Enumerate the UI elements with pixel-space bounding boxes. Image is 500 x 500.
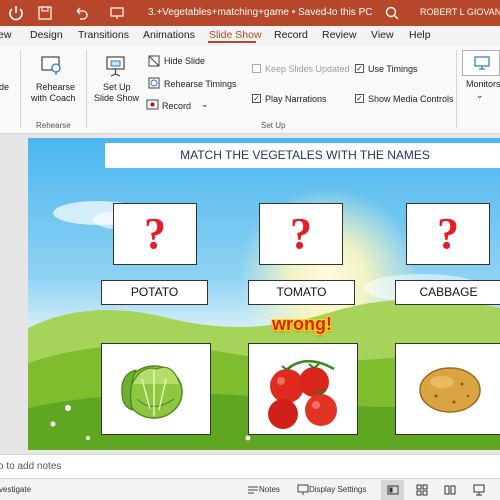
notes-placeholder[interactable]: o to add notes [0, 461, 61, 472]
monitors-label[interactable]: Monitors [466, 79, 500, 89]
tab-record[interactable]: Record [274, 29, 308, 41]
show-media-controls-checkbox[interactable]: ✓ [355, 94, 364, 103]
group-label-setup: Set Up [261, 121, 286, 130]
slideshow-view-icon[interactable] [472, 483, 486, 497]
name-card-tomato[interactable]: TOMATO [248, 280, 355, 305]
tomato-image [268, 360, 337, 429]
tab-help[interactable]: Help [409, 29, 431, 41]
chevron-down-icon[interactable]: ⌄ [201, 99, 209, 110]
notes-icon[interactable] [246, 483, 260, 497]
document-title[interactable]: 3.+Vegetables+matching+game • Saved to t… [148, 7, 372, 18]
present-icon[interactable] [108, 4, 126, 22]
tab-transitions[interactable]: Transitions [78, 29, 129, 41]
tab-review[interactable]: Review [322, 29, 356, 41]
ribbon-tabs: ew Design Transitions Animations Slide S… [0, 26, 500, 46]
tab-review-partial[interactable]: ew [0, 29, 11, 41]
rehearse-coach-line2[interactable]: with Coach [31, 93, 76, 103]
cabbage-image [121, 365, 183, 419]
question-mark-box-1[interactable]: ? [113, 203, 197, 265]
tab-design[interactable]: Design [30, 29, 63, 41]
image-card-potato[interactable] [395, 343, 500, 435]
from-slide-label[interactable]: de [0, 82, 9, 92]
setup-slideshow-icon[interactable] [104, 54, 128, 80]
monitor-icon [474, 56, 490, 70]
hide-slide-button[interactable]: Hide Slide [164, 56, 205, 66]
name-card-cabbage[interactable]: CABBAGE [395, 280, 500, 305]
rehearse-timings-icon[interactable] [148, 77, 160, 89]
rehearse-coach-line1[interactable]: Rehearse [36, 82, 75, 92]
status-bar: vestigate Notes Display Settings [0, 478, 500, 500]
notes-button[interactable]: Notes [259, 485, 280, 494]
monitor-button[interactable] [462, 50, 500, 76]
slide-title: MATCH THE VEGETALES WITH THE NAMES [105, 143, 500, 168]
hide-slide-icon[interactable] [148, 55, 160, 67]
name-card-potato[interactable]: POTATO [101, 280, 208, 305]
image-card-tomato[interactable] [248, 343, 358, 435]
display-settings-button[interactable]: Display Settings [309, 485, 366, 494]
question-mark-box-2[interactable]: ? [259, 203, 343, 265]
tab-view[interactable]: View [371, 29, 394, 41]
keep-slides-updated-checkbox[interactable] [252, 64, 261, 73]
play-narrations-label: Play Narrations [265, 94, 327, 104]
power-icon[interactable] [6, 3, 26, 23]
record-icon[interactable] [146, 98, 160, 112]
search-icon[interactable] [383, 4, 401, 22]
undo-icon[interactable] [72, 4, 90, 22]
separator [456, 50, 457, 128]
play-narrations-checkbox[interactable]: ✓ [252, 94, 261, 103]
potato-image [419, 367, 481, 413]
chevron-down-icon[interactable]: ⌄ [325, 7, 332, 16]
reading-view-icon[interactable] [443, 483, 457, 497]
keep-slides-updated-label: Keep Slides Updated [265, 64, 350, 74]
show-media-controls-label: Show Media Controls [368, 94, 454, 104]
chevron-down-icon[interactable]: ⌄ [476, 90, 484, 101]
ribbon: de Rehearse with Coach Rehearse Set Up S… [0, 46, 500, 134]
feedback-text: wrong! [272, 314, 332, 334]
accessibility-status[interactable]: vestigate [0, 485, 31, 494]
display-settings-icon[interactable] [296, 483, 310, 497]
separator [86, 50, 87, 128]
image-card-cabbage[interactable] [101, 343, 211, 435]
normal-view-icon[interactable] [386, 483, 400, 497]
notes-pane[interactable]: o to add notes [0, 454, 500, 478]
use-timings-label: Use Timings [368, 64, 418, 74]
slide-sorter-icon[interactable] [415, 483, 429, 497]
setup-show-line1[interactable]: Set Up [103, 82, 131, 92]
tab-slide-show[interactable]: Slide Show [209, 29, 262, 41]
slide-canvas[interactable]: MATCH THE VEGETALES WITH THE NAMES ? ? ?… [28, 138, 500, 450]
user-name[interactable]: ROBERT L GIOVANELL [420, 7, 500, 17]
setup-show-line2[interactable]: Slide Show [94, 93, 139, 103]
title-bar: 3.+Vegetables+matching+game • Saved to t… [0, 0, 500, 26]
question-mark-box-3[interactable]: ? [406, 203, 490, 265]
tab-animations[interactable]: Animations [143, 29, 195, 41]
record-button[interactable]: Record [162, 101, 191, 111]
separator [20, 50, 21, 128]
group-label-rehearse: Rehearse [36, 121, 71, 130]
use-timings-checkbox[interactable]: ✓ [355, 64, 364, 73]
rehearse-timings-button[interactable]: Rehearse Timings [164, 79, 237, 89]
active-tab-indicator [208, 41, 256, 43]
rehearse-coach-icon[interactable] [39, 54, 63, 78]
save-icon[interactable] [36, 4, 54, 22]
